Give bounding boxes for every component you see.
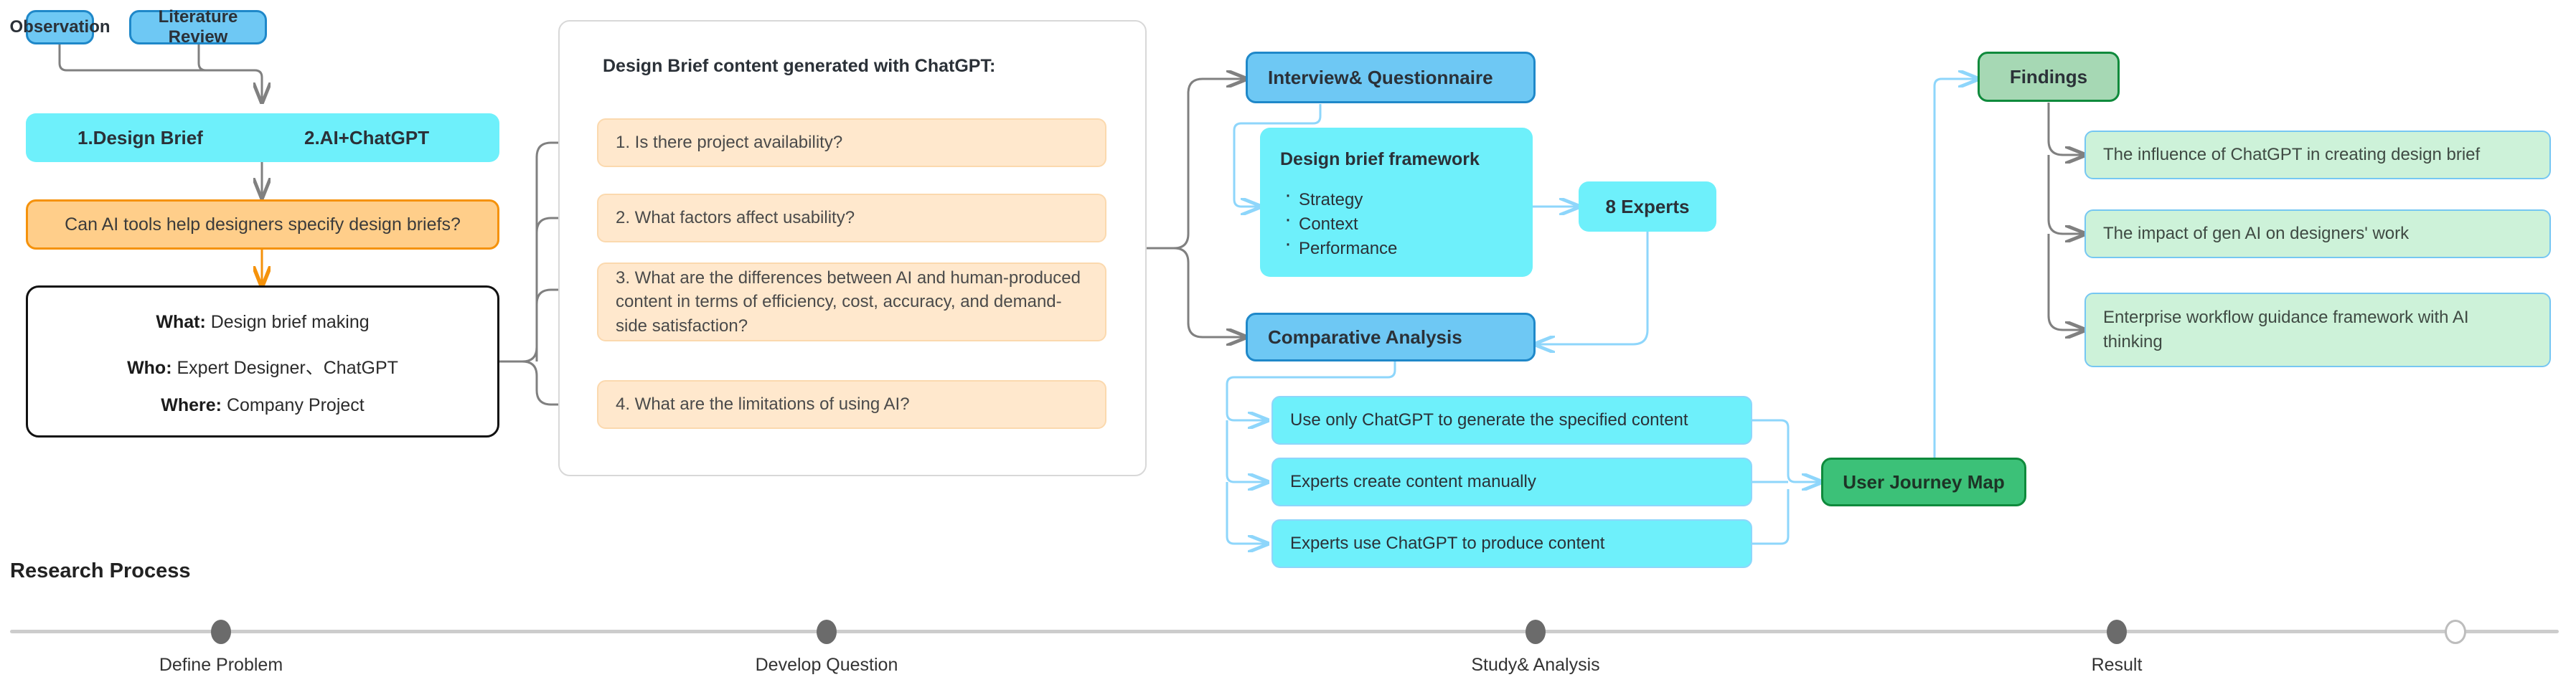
scope-where: Where: Company Project [28, 395, 497, 416]
scope-box[interactable]: What: Design brief making Who: Expert De… [26, 285, 499, 438]
scope-where-value: Company Project [226, 395, 365, 415]
finding-item[interactable]: Enterprise workflow guidance framework w… [2084, 293, 2551, 367]
scope-what-value: Design brief making [210, 312, 370, 332]
node-user-journey-map-label: User Journey Map [1843, 471, 2005, 493]
node-findings-label: Findings [2009, 65, 2088, 88]
finding-item-label: The influence of ChatGPT in creating des… [2103, 145, 2481, 164]
timeline-dot[interactable] [1526, 620, 1546, 644]
question-item[interactable]: 2. What factors affect usability? [597, 194, 1106, 242]
node-comparative-analysis[interactable]: Comparative Analysis [1246, 313, 1536, 361]
question-item-label: 2. What factors affect usability? [616, 208, 855, 227]
node-8-experts[interactable]: 8 Experts [1579, 181, 1716, 232]
track-design-brief-label: 1.Design Brief [77, 126, 203, 148]
finding-item-label: The impact of gen AI on designers' work [2103, 224, 2410, 243]
framework-title: Design brief framework [1280, 149, 1480, 169]
condition-item[interactable]: Use only ChatGPT to generate the specifi… [1271, 396, 1752, 445]
condition-item-label: Use only ChatGPT to generate the specifi… [1290, 410, 1688, 430]
scope-who-label: Who: [127, 358, 172, 378]
node-comparative-analysis-label: Comparative Analysis [1268, 326, 1462, 348]
node-literature-review[interactable]: Literature Review [129, 7, 267, 47]
track-ai-chatgpt-label: 2.AI+ChatGPT [304, 126, 430, 148]
finding-item[interactable]: The influence of ChatGPT in creating des… [2084, 131, 2551, 179]
node-literature-review-label: Literature Review [158, 7, 238, 47]
framework-bullet: Strategy [1280, 184, 1397, 212]
question-item[interactable]: 1. Is there project availability? [597, 118, 1106, 167]
timeline-label: Result [2091, 655, 2143, 675]
research-question-box[interactable]: Can AI tools help designers specify desi… [26, 199, 499, 250]
question-item-label: 3. What are the differences between AI a… [616, 268, 1081, 336]
finding-item-label: Enterprise workflow guidance framework w… [2103, 308, 2469, 351]
condition-item-label: Experts create content manually [1290, 472, 1536, 491]
node-user-journey-map[interactable]: User Journey Map [1821, 458, 2026, 506]
timeline-label: Define Problem [159, 655, 283, 675]
timeline-end-dot[interactable] [2445, 620, 2466, 644]
design-brief-framework-box[interactable]: Design brief framework Strategy Context … [1260, 128, 1533, 277]
node-findings[interactable]: Findings [1978, 52, 2120, 102]
node-interview-questionnaire-label: Interview& Questionnaire [1268, 66, 1493, 88]
condition-item-label: Experts use ChatGPT to produce content [1290, 534, 1605, 553]
node-observation-label: Observation [9, 17, 111, 37]
questions-panel-title: Design Brief content generated with Chat… [603, 56, 996, 76]
diagram-canvas: Observation Literature Review 1.Design B… [0, 0, 2576, 695]
node-interview-questionnaire[interactable]: Interview& Questionnaire [1246, 52, 1536, 103]
node-observation[interactable]: Observation [9, 10, 111, 44]
condition-item[interactable]: Experts create content manually [1271, 458, 1752, 506]
scope-who-value: Expert Designer、ChatGPT [177, 358, 398, 378]
timeline-dot[interactable] [211, 620, 231, 644]
research-question-label: Can AI tools help designers specify desi… [65, 214, 461, 235]
scope-what: What: Design brief making [28, 312, 497, 333]
timeline-label: Study& Analysis [1471, 655, 1600, 675]
framework-bullets: Strategy Context Performance [1280, 184, 1397, 261]
node-8-experts-label: 8 Experts [1605, 195, 1690, 217]
timeline-dot[interactable] [2107, 620, 2127, 644]
timeline-label: Develop Question [755, 655, 898, 675]
scope-where-label: Where: [161, 395, 222, 415]
scope-who: Who: Expert Designer、ChatGPT [28, 354, 497, 379]
condition-item[interactable]: Experts use ChatGPT to produce content [1271, 519, 1752, 568]
timeline-axis [10, 630, 2559, 633]
framework-bullet: Context [1280, 209, 1397, 237]
framework-bullet: Performance [1280, 233, 1397, 261]
finding-item[interactable]: The impact of gen AI on designers' work [2084, 209, 2551, 258]
question-item[interactable]: 3. What are the differences between AI a… [597, 263, 1106, 341]
dual-track-bar[interactable]: 1.Design Brief 2.AI+ChatGPT [26, 113, 499, 162]
question-item-label: 4. What are the limitations of using AI? [616, 394, 910, 414]
research-process-title: Research Process [10, 559, 191, 582]
question-item[interactable]: 4. What are the limitations of using AI? [597, 380, 1106, 429]
scope-what-label: What: [156, 312, 206, 332]
timeline-dot[interactable] [817, 620, 837, 644]
question-item-label: 1. Is there project availability? [616, 133, 843, 152]
